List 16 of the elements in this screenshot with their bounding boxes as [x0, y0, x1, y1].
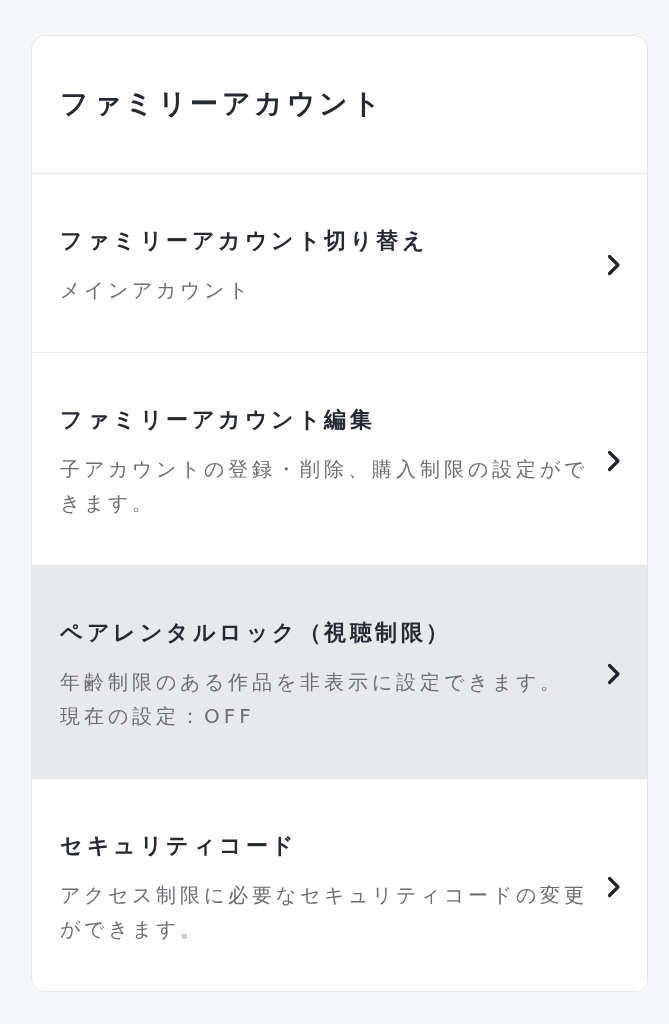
- menu-item[interactable]: セキュリティコード アクセス制限に必要なセキュリティコードの変更ができます。: [32, 778, 647, 991]
- chevron-right-icon: [607, 876, 621, 898]
- item-description: 子アカウントの登録・削除、購入制限の設定ができます。: [60, 456, 589, 517]
- item-description: メインアカウント: [60, 277, 253, 304]
- chevron-right-icon: [607, 663, 621, 685]
- chevron-right-icon: [607, 254, 621, 276]
- item-description: アクセス制限に必要なセキュリティコードの変更ができます。: [60, 882, 589, 943]
- setting-status: 現在の設定：OFF: [60, 703, 256, 730]
- item-title: ファミリーアカウント切り替え: [60, 227, 429, 255]
- item-title: セキュリティコード: [60, 832, 299, 860]
- menu-item[interactable]: ペアレンタルロック（視聴制限） 年齢制限のある作品を非表示に設定できます。 現在の設定：OFF: [32, 565, 647, 778]
- item-title: ファミリーアカウント編集: [60, 406, 376, 434]
- item-title: ペアレンタルロック（視聴制限）: [60, 619, 453, 647]
- item-description: 年齢制限のある作品を非表示に設定できます。: [60, 669, 565, 696]
- card-title: ファミリーアカウント: [60, 86, 385, 122]
- chevron-right-icon: [607, 450, 621, 472]
